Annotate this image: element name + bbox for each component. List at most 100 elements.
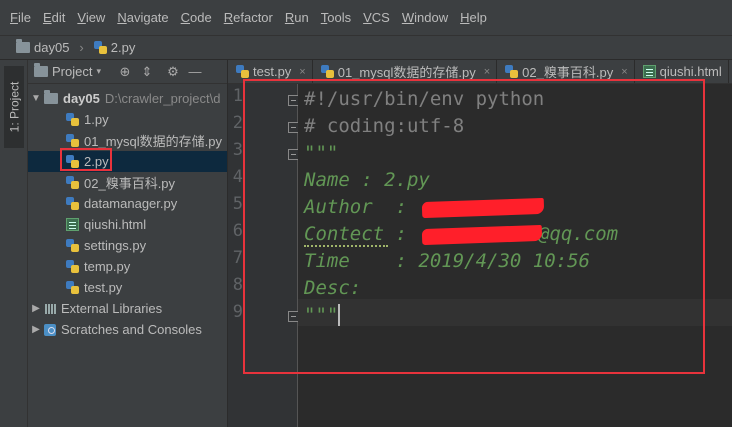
target-icon[interactable]: ⊕ xyxy=(117,64,133,80)
python-file-icon xyxy=(66,260,79,273)
editor-tab[interactable]: qiushi.html xyxy=(635,60,729,83)
tree-file-item[interactable]: 1.py xyxy=(28,109,227,130)
python-file-icon xyxy=(236,65,249,78)
code-line: Desc: xyxy=(304,277,362,299)
menu-item-2[interactable]: View xyxy=(71,10,111,25)
menu-label: CS xyxy=(371,10,390,25)
menu-label: ile xyxy=(17,10,31,25)
menu-label: iew xyxy=(85,10,106,25)
external-libraries-label: External Libraries xyxy=(61,301,163,316)
menu-label: efactor xyxy=(233,10,273,25)
menu-mnemonic: V xyxy=(363,10,372,25)
current-line-highlight xyxy=(298,299,732,326)
tree-file-item[interactable]: temp.py xyxy=(28,256,227,277)
editor-tab[interactable]: 01_mysql数据的存储.py × xyxy=(313,60,498,83)
html-file-icon xyxy=(66,218,79,231)
tree-root[interactable]: ▼ day05 D:\crawler_project\d xyxy=(28,88,227,109)
project-title: Project xyxy=(52,64,93,79)
line-number: 7 xyxy=(232,248,243,268)
tree-file-item[interactable]: datamanager.py xyxy=(28,193,227,214)
code-line: """ xyxy=(304,142,339,164)
menu-item-3[interactable]: Navigate xyxy=(111,10,174,25)
collapse-all-icon[interactable]: ⇕ xyxy=(139,64,155,80)
editor-tab[interactable]: test.py × xyxy=(228,60,313,83)
menu-label: indow xyxy=(414,10,449,25)
project-tool-tab[interactable]: 1: Project xyxy=(4,66,24,148)
tree-external-libraries[interactable]: ▶ External Libraries xyxy=(28,298,227,319)
code-line: Name : 2.py xyxy=(304,169,430,191)
close-icon[interactable]: × xyxy=(621,66,627,78)
expand-arrow-icon[interactable]: ▼ xyxy=(30,93,42,104)
python-file-icon xyxy=(93,41,107,54)
file-name: 1.py xyxy=(84,112,109,127)
root-folder-name: day05 xyxy=(63,91,100,106)
editor-tab[interactable]: 02_糗事百科.py × xyxy=(497,60,635,83)
line-number: 3 xyxy=(232,140,243,160)
python-file-icon xyxy=(66,134,79,147)
tree-file-item[interactable]: 01_mysql数据的存储.py xyxy=(28,130,227,151)
text-caret xyxy=(338,304,340,326)
tree-scratches[interactable]: ▶ Scratches and Consoles xyxy=(28,319,227,340)
menu-item-4[interactable]: Code xyxy=(175,10,218,25)
close-icon[interactable]: × xyxy=(484,66,490,78)
tree-file-item[interactable]: 2.py xyxy=(28,151,227,172)
menu-mnemonic: V xyxy=(77,10,86,25)
code-line: #!/usr/bin/env python xyxy=(304,88,545,110)
python-file-icon xyxy=(66,176,79,189)
menu-item-0[interactable]: File xyxy=(4,10,37,25)
line-number: 2 xyxy=(232,113,243,133)
menu-item-1[interactable]: Edit xyxy=(37,10,71,25)
menu-label: ode xyxy=(190,10,212,25)
hide-icon[interactable]: — xyxy=(187,64,203,79)
menu-mnemonic: C xyxy=(180,10,191,25)
chevron-right-icon: › xyxy=(79,40,84,55)
breadcrumb-folder[interactable]: day05 xyxy=(34,40,69,55)
file-name: 01_mysql数据的存储.py xyxy=(84,134,222,149)
expand-arrow-icon[interactable]: ▶ xyxy=(30,324,42,335)
tree-file-item[interactable]: 02_糗事百科.py xyxy=(28,172,227,193)
menu-mnemonic: W xyxy=(401,10,415,25)
code-editor[interactable]: #!/usr/bin/env python # coding:utf-8 """ Na… xyxy=(298,84,732,427)
line-number: 1 xyxy=(232,86,243,106)
menu-item-5[interactable]: Refactor xyxy=(218,10,279,25)
tree-file-item[interactable]: test.py xyxy=(28,277,227,298)
code-line: Author : xyxy=(304,196,419,218)
menu-label: un xyxy=(294,10,309,25)
editor-tab-bar: test.py × 01_mysql数据的存储.py × 02_糗事百科.py × qius… xyxy=(228,60,732,84)
editor-tab-label: 01_mysql数据的存储.py xyxy=(337,65,476,80)
file-name: test.py xyxy=(84,280,123,295)
expand-arrow-icon[interactable]: ▶ xyxy=(30,303,42,314)
menu-mnemonic: F xyxy=(10,10,18,25)
spellcheck-underline xyxy=(304,245,388,247)
menu-bar: File Edit View Navigate Code Refactor Run Tools… xyxy=(0,0,732,36)
redaction-mark xyxy=(421,197,545,219)
menu-item-10[interactable]: Help xyxy=(454,10,493,25)
editor-tab-label: qiushi.html xyxy=(659,64,722,79)
breadcrumb-file[interactable]: 2.py xyxy=(111,40,136,55)
chevron-down-icon: ▾ xyxy=(96,66,101,76)
menu-mnemonic: N xyxy=(117,10,127,25)
close-icon[interactable]: × xyxy=(299,66,305,78)
menu-item-9[interactable]: Window xyxy=(396,10,454,25)
line-number: 6 xyxy=(232,221,243,241)
folder-icon xyxy=(44,90,58,104)
menu-item-7[interactable]: Tools xyxy=(315,10,357,25)
line-number: 8 xyxy=(232,275,243,295)
file-name: datamanager.py xyxy=(84,196,178,211)
python-file-icon xyxy=(66,197,79,210)
tree-file-item[interactable]: settings.py xyxy=(28,235,227,256)
library-icon xyxy=(44,303,56,315)
editor-gutter: 1 2 3 4 5 6 7 8 9 xyxy=(228,84,299,427)
tool-window-strip: 1: Project xyxy=(0,60,28,427)
gear-icon[interactable]: ⚙ xyxy=(165,64,181,80)
menu-label: elp xyxy=(469,10,487,25)
tree-file-item[interactable]: qiushi.html xyxy=(28,214,227,235)
python-file-icon xyxy=(66,113,79,126)
menu-item-6[interactable]: Run xyxy=(279,10,315,25)
redaction-mark xyxy=(421,224,543,246)
project-view-selector[interactable]: Project ▾ xyxy=(34,63,101,79)
menu-item-8[interactable]: VCS xyxy=(357,10,396,25)
file-name: 2.py xyxy=(84,154,109,169)
menu-mnemonic: R xyxy=(223,10,234,25)
python-file-icon xyxy=(66,155,79,168)
